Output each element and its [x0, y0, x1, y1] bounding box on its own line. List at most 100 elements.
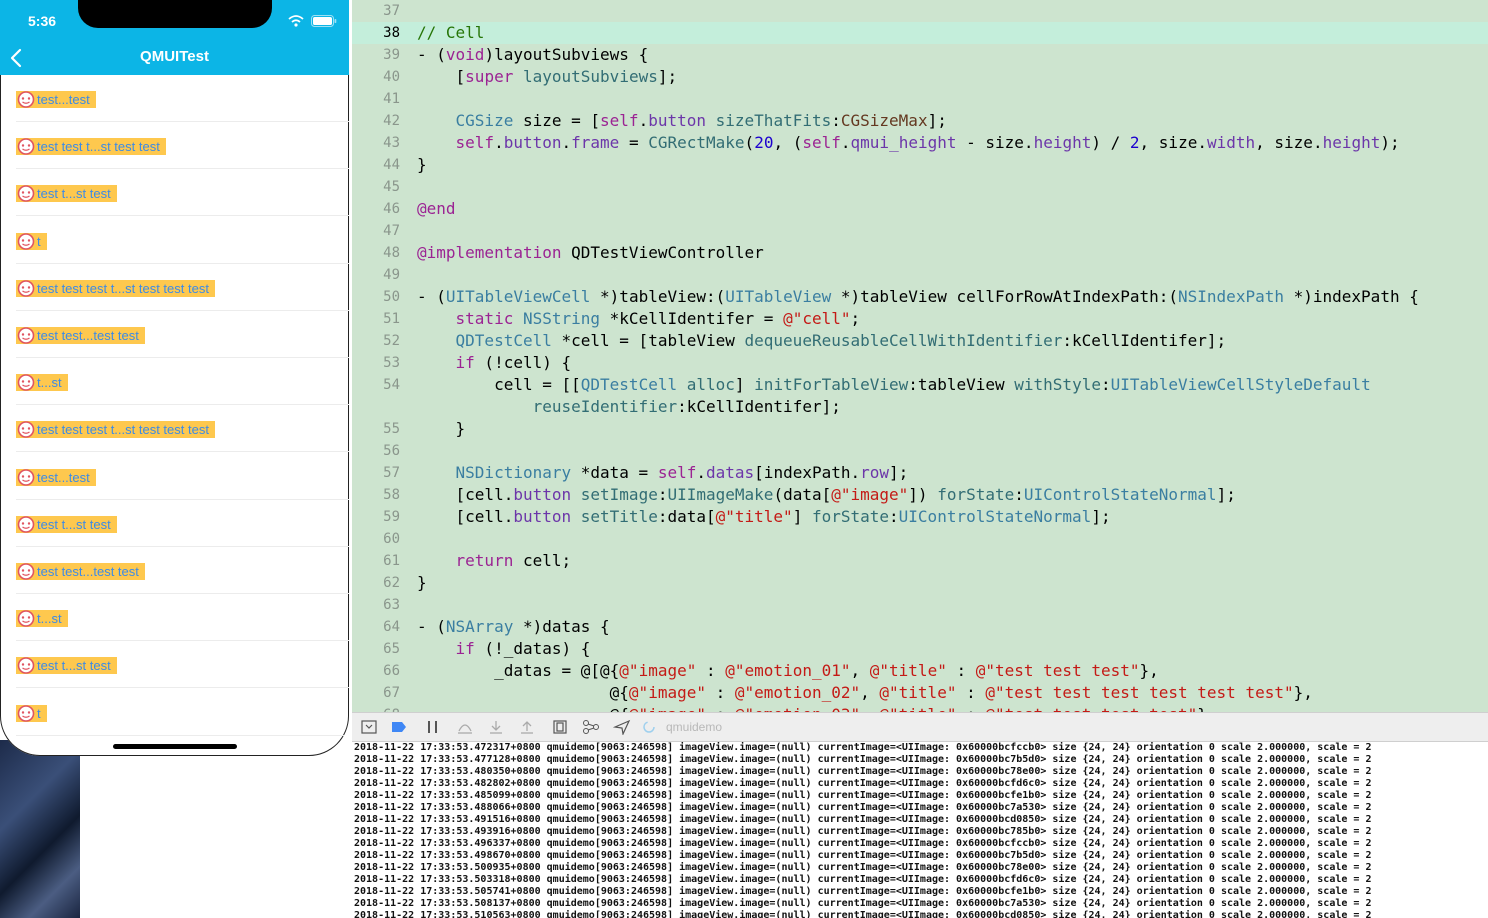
code-editor[interactable]: 37 38// Cell 39- (void)layoutSubviews {40 …: [352, 0, 1488, 712]
line-number[interactable]: 57: [352, 462, 400, 484]
code-line[interactable]: 43 self.button.frame = CGRectMake(20, (s…: [352, 132, 1488, 154]
line-number[interactable]: 44: [352, 154, 400, 176]
table-row[interactable]: test test...test test: [0, 547, 349, 594]
cell-button[interactable]: test test t...st test test: [16, 138, 166, 156]
code-line[interactable]: reuseIdentifier:kCellIdentifer];: [352, 396, 1488, 418]
table-row[interactable]: test...test: [0, 453, 349, 500]
code-line[interactable]: 44}: [352, 154, 1488, 176]
cell-button[interactable]: test...test: [16, 91, 96, 108]
cell-button[interactable]: test...test: [16, 468, 96, 486]
line-number[interactable]: 63: [352, 594, 400, 616]
code-line[interactable]: 53 if (!cell) {: [352, 352, 1488, 374]
step-into-icon[interactable]: [487, 719, 505, 735]
line-number[interactable]: 61: [352, 550, 400, 572]
code-line[interactable]: 68 @{@"image" : @"emotion_03", @"title" …: [352, 704, 1488, 712]
table-row[interactable]: test t...st test: [0, 169, 349, 217]
cell-button[interactable]: t: [16, 704, 47, 722]
line-number[interactable]: 40: [352, 66, 400, 88]
step-over-icon[interactable]: [456, 719, 474, 735]
line-number[interactable]: 41: [352, 88, 400, 110]
simulate-location-icon[interactable]: [613, 719, 631, 735]
cell-button[interactable]: test test test t...st test test test: [16, 421, 215, 439]
debug-console[interactable]: 2018-11-22 17:33:53.472317+0800 qmuidemo…: [352, 742, 1488, 918]
code-line[interactable]: 66 _datas = @[@{@"image" : @"emotion_01"…: [352, 660, 1488, 682]
line-number[interactable]: 46: [352, 198, 400, 220]
line-number[interactable]: 60: [352, 528, 400, 550]
step-out-icon[interactable]: [518, 719, 536, 735]
cell-button[interactable]: t...st: [16, 374, 68, 392]
cell-button[interactable]: test test test t...st test test test: [16, 279, 215, 297]
line-number[interactable]: 59: [352, 506, 400, 528]
line-number[interactable]: 52: [352, 330, 400, 352]
line-number[interactable]: 53: [352, 352, 400, 374]
cell-button[interactable]: test t...st test: [16, 515, 117, 533]
code-line[interactable]: 62}: [352, 572, 1488, 594]
code-line[interactable]: 65 if (!_datas) {: [352, 638, 1488, 660]
code-line[interactable]: 49: [352, 264, 1488, 286]
memory-graph-icon[interactable]: [582, 719, 600, 735]
table-row[interactable]: test t...st test: [0, 500, 349, 547]
line-number[interactable]: 42: [352, 110, 400, 132]
table-row[interactable]: t: [0, 217, 349, 264]
cell-button[interactable]: t: [16, 232, 47, 250]
code-line[interactable]: 54 cell = [[QDTestCell alloc] initForTab…: [352, 374, 1488, 396]
hide-debug-area-icon[interactable]: [360, 719, 378, 735]
table-row[interactable]: test t...st test: [0, 641, 349, 689]
code-line[interactable]: 52 QDTestCell *cell = [tableView dequeue…: [352, 330, 1488, 352]
code-line[interactable]: 47: [352, 220, 1488, 242]
line-number[interactable]: 55: [352, 418, 400, 440]
code-line[interactable]: 46 @end: [352, 198, 1488, 220]
line-number[interactable]: 37: [352, 0, 400, 22]
code-line[interactable]: 48 @implementation QDTestViewController: [352, 242, 1488, 264]
line-number[interactable]: 54: [352, 374, 400, 396]
line-number[interactable]: 50: [352, 286, 400, 308]
code-line[interactable]: 40 [super layoutSubviews];: [352, 66, 1488, 88]
code-line[interactable]: 57 NSDictionary *data = self.datas[index…: [352, 462, 1488, 484]
line-number[interactable]: 39: [352, 44, 400, 66]
code-line[interactable]: 64 - (NSArray *)datas {: [352, 616, 1488, 638]
line-number[interactable]: 56: [352, 440, 400, 462]
line-number[interactable]: 62: [352, 572, 400, 594]
table-row[interactable]: test test t...st test test: [0, 122, 349, 170]
line-number[interactable]: 45: [352, 176, 400, 198]
pause-icon[interactable]: [424, 719, 442, 735]
table-row[interactable]: test...test: [0, 75, 349, 122]
line-number[interactable]: 38: [352, 22, 400, 44]
code-line[interactable]: 55 }: [352, 418, 1488, 440]
code-line[interactable]: 61 return cell;: [352, 550, 1488, 572]
code-line[interactable]: 51 static NSString *kCellIdentifer = @"c…: [352, 308, 1488, 330]
line-number[interactable]: 58: [352, 484, 400, 506]
code-line[interactable]: 45: [352, 176, 1488, 198]
code-line[interactable]: 60: [352, 528, 1488, 550]
code-line[interactable]: 37: [352, 0, 1488, 22]
code-line[interactable]: 42 CGSize size = [self.button sizeThatFi…: [352, 110, 1488, 132]
table-row[interactable]: test test...test test: [0, 311, 349, 358]
code-line[interactable]: 50 - (UITableViewCell *)tableView:(UITabl…: [352, 286, 1488, 308]
line-number[interactable]: 48: [352, 242, 400, 264]
table-row[interactable]: test test test t...st test test test: [0, 405, 349, 453]
line-number[interactable]: 65: [352, 638, 400, 660]
code-line[interactable]: 41: [352, 88, 1488, 110]
view-hierarchy-icon[interactable]: [551, 719, 569, 735]
code-line[interactable]: 38 // Cell: [352, 22, 1488, 44]
line-number[interactable]: 67: [352, 682, 400, 704]
code-line[interactable]: 67 @{@"image" : @"emotion_02", @"title" …: [352, 682, 1488, 704]
code-line[interactable]: 56: [352, 440, 1488, 462]
table-row[interactable]: t: [0, 689, 349, 736]
code-line[interactable]: 63: [352, 594, 1488, 616]
line-number[interactable]: 49: [352, 264, 400, 286]
line-number[interactable]: 64: [352, 616, 400, 638]
cell-button[interactable]: test t...st test: [16, 185, 117, 203]
code-line[interactable]: 39 - (void)layoutSubviews {: [352, 44, 1488, 66]
breakpoints-toggle-icon[interactable]: [390, 719, 408, 735]
line-number[interactable]: 47: [352, 220, 400, 242]
code-line[interactable]: 59 [cell.button setTitle:data[@"title"] …: [352, 506, 1488, 528]
table-row[interactable]: t...st: [0, 594, 349, 642]
cell-button[interactable]: t...st: [16, 610, 68, 628]
cell-button[interactable]: test test...test test: [16, 327, 145, 344]
table-row[interactable]: test test test t...st test test test: [0, 264, 349, 311]
line-number[interactable]: 51: [352, 308, 400, 330]
table-row[interactable]: t...st: [0, 358, 349, 406]
line-number[interactable]: 43: [352, 132, 400, 154]
line-number[interactable]: 66: [352, 660, 400, 682]
